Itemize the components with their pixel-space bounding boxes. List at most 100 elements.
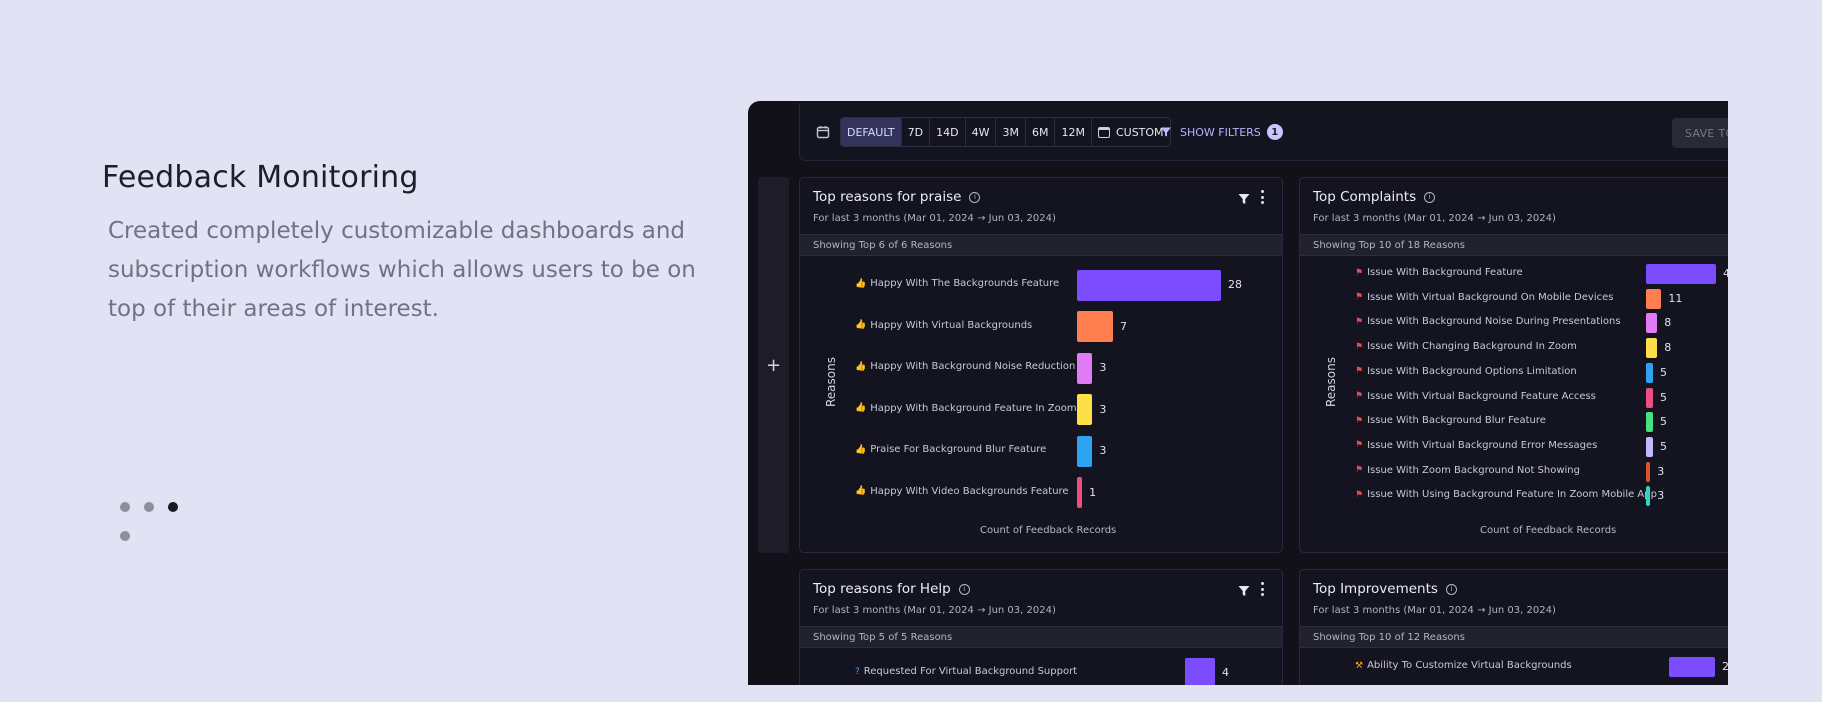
chart-value-label: 11 <box>1668 291 1683 305</box>
chart-value-label: 8 <box>1664 316 1672 330</box>
y-axis-label: Reasons <box>824 357 838 407</box>
chart-bar <box>1646 387 1653 408</box>
card-title-text: Top reasons for Help <box>813 581 951 597</box>
chart-value-label: 2 <box>1722 660 1728 673</box>
chart-row-label: 👍 Happy With The Backgrounds Feature <box>855 278 1059 289</box>
card-title: Top Improvements i <box>1313 581 1457 597</box>
chart-value-label: 5 <box>1660 390 1667 404</box>
chart-bar <box>1646 264 1716 284</box>
chart-row-text: Requested For Virtual Background Support <box>863 666 1078 677</box>
thumbs-up-icon: 👍 <box>855 278 867 289</box>
flag-icon: ⚑ <box>1355 440 1364 451</box>
range-option-custom[interactable]: CUSTOM <box>1092 118 1170 146</box>
calendar-icon[interactable] <box>810 117 836 147</box>
card-subtitle: For last 3 months (Mar 01, 2024 → Jun 03… <box>1313 605 1556 616</box>
chart-row-label: ⚑ Issue With Using Background Feature In … <box>1355 489 1657 500</box>
more-options-icon[interactable] <box>1259 190 1265 204</box>
save-to-dashboard-button[interactable]: SAVE TO DASHBOARD <box>1672 118 1728 148</box>
flag-icon: ⚑ <box>1355 489 1364 500</box>
flag-icon: ⚑ <box>1355 267 1364 278</box>
carousel-dot-2[interactable] <box>144 502 154 512</box>
range-option-default[interactable]: DEFAULT <box>841 118 902 146</box>
card-title: Top reasons for praise i <box>813 189 981 205</box>
filter-icon[interactable] <box>1238 582 1250 596</box>
x-axis-label: Count of Feedback Records <box>980 525 1117 536</box>
chart-row-text: Happy With Background Noise Reduction <box>870 361 1076 372</box>
chart-row-text: Praise For Background Blur Feature <box>870 444 1047 455</box>
chart-value-label: 28 <box>1228 278 1242 291</box>
chart-row-text: Happy With The Backgrounds Feature <box>870 278 1060 289</box>
chart-bar <box>1646 412 1653 433</box>
carousel-dot-4[interactable] <box>120 531 130 541</box>
chart-bar <box>1646 461 1651 482</box>
chart-bar <box>1077 269 1221 301</box>
info-icon[interactable]: i <box>1424 191 1436 203</box>
chart-row-text: Happy With Virtual Backgrounds <box>870 319 1033 331</box>
flag-icon: ⚑ <box>1355 415 1364 426</box>
card-title: Top reasons for Help i <box>813 581 970 597</box>
hero-description: Created completely customizable dashboar… <box>108 218 696 322</box>
chart-row-label: ⚑ Issue With Background Feature <box>1355 267 1523 278</box>
range-option-7d[interactable]: 7D <box>902 118 931 146</box>
date-range-selector: DEFAULT 7D 14D 4W 3M 6M 12M CUSTOM <box>840 117 1171 147</box>
card-title-text: Top Complaints <box>1313 189 1417 205</box>
chart-row-label: ? Requested For Virtual Background Suppor… <box>855 666 1077 677</box>
filter-bar: DEFAULT 7D 14D 4W 3M 6M 12M CUSTOM SHOW FILTERS… <box>799 103 1728 161</box>
showing-count: Showing Top 5 of 5 Reasons <box>800 626 1282 648</box>
showing-count: Showing Top 10 of 12 Reasons <box>1300 626 1728 648</box>
help-icon: ? <box>855 666 860 677</box>
range-option-14d[interactable]: 14D <box>930 118 966 146</box>
thumbs-up-icon: 👍 <box>855 361 867 372</box>
chart-row-label: 👍 Happy With Background Noise Reduction <box>855 361 1075 372</box>
chart-row-text: Issue With Background Feature <box>1367 267 1523 278</box>
chart-row-text: Issue With Background Blur Feature <box>1367 415 1546 427</box>
calendar-icon <box>1097 126 1110 138</box>
chart-row-label: 👍 Praise For Background Blur Feature <box>855 444 1046 455</box>
chart-value-label: 4 <box>1222 666 1229 679</box>
chart-row-label: ⚑ Issue With Background Options Limitatio… <box>1355 366 1577 377</box>
chart-card-2: Top Complaints i For last 3 months (Mar 01… <box>1299 177 1728 553</box>
chart-row-label: ⚑ Issue With Virtual Background Feature A… <box>1355 391 1596 402</box>
chart-row-label: 👍 Happy With Virtual Backgrounds <box>855 320 1032 331</box>
chart-row-text: Issue With Changing Background In Zoom <box>1367 341 1577 353</box>
thumbs-up-icon: 👍 <box>855 486 867 496</box>
flag-icon: ⚑ <box>1355 391 1364 401</box>
chart-row-label: ⚑ Issue With Zoom Background Not Showing <box>1355 465 1580 476</box>
chart-row-text: Issue With Virtual Background Feature Ac… <box>1367 390 1596 402</box>
chart-value-label: 4 <box>1723 267 1728 280</box>
chart-bar <box>1669 657 1715 677</box>
chart-card-4: Top Improvements i For last 3 months (Mar … <box>1299 569 1728 685</box>
range-option-6m[interactable]: 6M <box>1026 118 1056 146</box>
chart-row-text: Issue With Virtual Background On Mobile … <box>1367 291 1614 303</box>
chart-row-text: Issue With Background Noise During Prese… <box>1367 316 1621 328</box>
chart-value-label: 5 <box>1660 365 1667 379</box>
chart-value-label: 1 <box>1089 485 1097 499</box>
carousel-dot-3[interactable] <box>168 502 178 512</box>
more-options-icon[interactable] <box>1259 582 1265 596</box>
showing-count: Showing Top 10 of 18 Reasons <box>1300 234 1728 256</box>
carousel-dot-1[interactable] <box>120 502 130 512</box>
info-icon[interactable]: i <box>958 583 970 595</box>
show-filters-button[interactable]: SHOW FILTERS 1 <box>1160 117 1283 147</box>
chart-bar <box>1077 352 1093 384</box>
chart-bar <box>1646 338 1658 359</box>
flag-icon: ⚑ <box>1355 292 1364 303</box>
range-option-3m[interactable]: 3M <box>996 118 1026 146</box>
chart-row-text: Issue With Virtual Background Error Mess… <box>1367 439 1598 451</box>
chart-value-label: 3 <box>1657 489 1665 503</box>
showing-count: Showing Top 6 of 6 Reasons <box>800 234 1282 256</box>
info-icon[interactable]: i <box>969 191 981 203</box>
thumbs-up-icon: 👍 <box>855 444 867 455</box>
plus-icon: + <box>765 354 782 376</box>
chart-bar <box>1646 288 1662 309</box>
range-option-4w[interactable]: 4W <box>966 118 997 146</box>
info-icon[interactable]: i <box>1445 583 1457 595</box>
card-subtitle: For last 3 months (Mar 01, 2024 → Jun 03… <box>813 213 1056 224</box>
thumbs-up-icon: 👍 <box>855 320 867 330</box>
chart-bar <box>1077 435 1093 467</box>
add-widget-button[interactable]: + <box>758 177 789 553</box>
card-title-text: Top Improvements <box>1313 581 1438 597</box>
chart-row-text: Happy With Background Feature In Zoom <box>870 402 1077 414</box>
range-option-12m[interactable]: 12M <box>1055 118 1092 146</box>
filter-icon[interactable] <box>1238 190 1250 204</box>
